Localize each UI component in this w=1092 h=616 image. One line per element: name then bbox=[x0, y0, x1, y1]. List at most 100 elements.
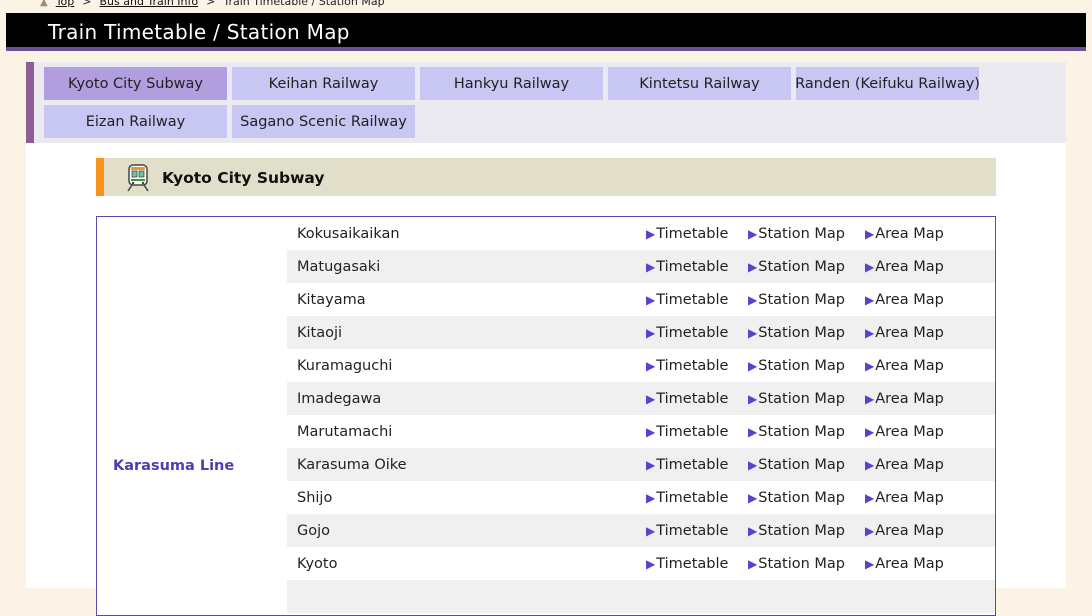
train-icon bbox=[124, 164, 152, 196]
timetable-link[interactable]: ▶Timetable bbox=[646, 226, 728, 242]
tab-sagano-scenic-railway[interactable]: Sagano Scenic Railway bbox=[232, 105, 415, 138]
arrow-right-icon: ▶ bbox=[646, 293, 656, 307]
timetable-link[interactable]: ▶Timetable bbox=[646, 424, 728, 440]
arrow-right-icon: ▶ bbox=[748, 557, 758, 571]
arrow-right-icon: ▶ bbox=[865, 293, 875, 307]
timetable-link[interactable]: ▶Timetable bbox=[646, 325, 728, 341]
station-row: Kitayama ▶Timetable ▶Station Map ▶Area M… bbox=[287, 283, 995, 316]
breadcrumb-link-bus-train[interactable]: Bus and Train Info bbox=[99, 0, 198, 8]
area-map-link[interactable]: ▶Area Map bbox=[865, 391, 944, 407]
arrow-right-icon: ▶ bbox=[646, 491, 656, 505]
station-map-link[interactable]: ▶Station Map bbox=[748, 358, 845, 374]
tab-kintetsu-railway[interactable]: Kintetsu Railway bbox=[608, 67, 791, 100]
timetable-link[interactable]: ▶Timetable bbox=[646, 292, 728, 308]
breadcrumb-separator: > bbox=[206, 0, 216, 8]
area-map-link[interactable]: ▶Area Map bbox=[865, 523, 944, 539]
timetable-link[interactable]: ▶Timetable bbox=[646, 457, 728, 473]
station-name: Imadegawa bbox=[297, 391, 382, 407]
station-name: Kitaoji bbox=[297, 325, 343, 341]
station-name: Shijo bbox=[297, 490, 333, 506]
line-table: Karasuma Line Kokusaikaikan ▶Timetable ▶… bbox=[96, 216, 996, 616]
tab-keihan-railway[interactable]: Keihan Railway bbox=[232, 67, 415, 100]
line-name: Karasuma Line bbox=[113, 458, 235, 474]
timetable-link[interactable]: ▶Timetable bbox=[646, 490, 728, 506]
arrow-right-icon: ▶ bbox=[748, 260, 758, 274]
arrow-right-icon: ▶ bbox=[865, 392, 875, 406]
main-panel: Kyoto City Subway Keihan Railway Hankyu … bbox=[26, 62, 1066, 616]
arrow-right-icon: ▶ bbox=[865, 557, 875, 571]
arrow-right-icon: ▶ bbox=[748, 524, 758, 538]
area-map-link[interactable]: ▶Area Map bbox=[865, 325, 944, 341]
timetable-link[interactable]: ▶Timetable bbox=[646, 523, 728, 539]
area-map-link[interactable]: ▶Area Map bbox=[865, 556, 944, 572]
area-map-link[interactable]: ▶Area Map bbox=[865, 358, 944, 374]
station-row: Gojo ▶Timetable ▶Station Map ▶Area Map bbox=[287, 514, 995, 547]
arrow-right-icon: ▶ bbox=[865, 458, 875, 472]
arrow-right-icon: ▶ bbox=[646, 227, 656, 241]
station-name: Karasuma Oike bbox=[297, 457, 407, 473]
station-map-link[interactable]: ▶Station Map bbox=[748, 556, 845, 572]
breadcrumb-current: Train Timetable / Station Map bbox=[223, 0, 385, 8]
station-row: Kyoto ▶Timetable ▶Station Map ▶Area Map bbox=[287, 547, 995, 580]
arrow-right-icon: ▶ bbox=[646, 458, 656, 472]
arrow-right-icon: ▶ bbox=[865, 260, 875, 274]
railway-tabs: Kyoto City Subway Keihan Railway Hankyu … bbox=[26, 62, 1066, 143]
station-map-link[interactable]: ▶Station Map bbox=[748, 490, 845, 506]
station-row: Shijo ▶Timetable ▶Station Map ▶Area Map bbox=[287, 481, 995, 514]
arrow-right-icon: ▶ bbox=[646, 524, 656, 538]
arrow-right-icon: ▶ bbox=[748, 227, 758, 241]
station-row: Karasuma Oike ▶Timetable ▶Station Map ▶A… bbox=[287, 448, 995, 481]
breadcrumb-separator: > bbox=[82, 0, 92, 8]
area-map-link[interactable]: ▶Area Map bbox=[865, 457, 944, 473]
arrow-right-icon: ▶ bbox=[865, 491, 875, 505]
arrow-right-icon: ▶ bbox=[865, 359, 875, 373]
arrow-right-icon: ▶ bbox=[646, 392, 656, 406]
arrow-right-icon: ▶ bbox=[748, 491, 758, 505]
arrow-right-icon: ▶ bbox=[646, 260, 656, 274]
breadcrumb-link-top[interactable]: Top bbox=[56, 0, 75, 8]
arrow-right-icon: ▶ bbox=[865, 326, 875, 340]
station-row: Matugasaki ▶Timetable ▶Station Map ▶Area… bbox=[287, 250, 995, 283]
arrow-right-icon: ▶ bbox=[865, 524, 875, 538]
arrow-right-icon: ▶ bbox=[748, 458, 758, 472]
station-row: Marutamachi ▶Timetable ▶Station Map ▶Are… bbox=[287, 415, 995, 448]
arrow-right-icon: ▶ bbox=[748, 293, 758, 307]
area-map-link[interactable]: ▶Area Map bbox=[865, 424, 944, 440]
station-map-link[interactable]: ▶Station Map bbox=[748, 391, 845, 407]
station-row: Kitaoji ▶Timetable ▶Station Map ▶Area Ma… bbox=[287, 316, 995, 349]
home-icon: ▲ bbox=[40, 0, 48, 8]
arrow-right-icon: ▶ bbox=[646, 326, 656, 340]
tab-kyoto-city-subway[interactable]: Kyoto City Subway bbox=[44, 67, 227, 100]
station-name: Kokusaikaikan bbox=[297, 226, 400, 242]
station-map-link[interactable]: ▶Station Map bbox=[748, 523, 845, 539]
area-map-link[interactable]: ▶Area Map bbox=[865, 226, 944, 242]
area-map-link[interactable]: ▶Area Map bbox=[865, 292, 944, 308]
station-name: Kyoto bbox=[297, 556, 338, 572]
timetable-link[interactable]: ▶Timetable bbox=[646, 556, 728, 572]
station-row: Kuramaguchi ▶Timetable ▶Station Map ▶Are… bbox=[287, 349, 995, 382]
station-row: Kokusaikaikan ▶Timetable ▶Station Map ▶A… bbox=[287, 217, 995, 250]
page-title: Train Timetable / Station Map bbox=[48, 20, 350, 44]
timetable-link[interactable]: ▶Timetable bbox=[646, 358, 728, 374]
tab-eizan-railway[interactable]: Eizan Railway bbox=[44, 105, 227, 138]
station-map-link[interactable]: ▶Station Map bbox=[748, 424, 845, 440]
station-name: Matugasaki bbox=[297, 259, 381, 275]
area-map-link[interactable]: ▶Area Map bbox=[865, 490, 944, 506]
station-name: Kuramaguchi bbox=[297, 358, 393, 374]
arrow-right-icon: ▶ bbox=[646, 359, 656, 373]
breadcrumb: ▲ Top > Bus and Train Info > Train Timetable … bbox=[40, 0, 385, 9]
station-map-link[interactable]: ▶Station Map bbox=[748, 259, 845, 275]
timetable-link[interactable]: ▶Timetable bbox=[646, 391, 728, 407]
tab-hankyu-railway[interactable]: Hankyu Railway bbox=[420, 67, 603, 100]
tab-randen[interactable]: Randen (Keifuku Railway) bbox=[795, 67, 980, 100]
station-name: Kitayama bbox=[297, 292, 366, 308]
arrow-right-icon: ▶ bbox=[865, 425, 875, 439]
timetable-link[interactable]: ▶Timetable bbox=[646, 259, 728, 275]
arrow-right-icon: ▶ bbox=[748, 425, 758, 439]
area-map-link[interactable]: ▶Area Map bbox=[865, 259, 944, 275]
station-map-link[interactable]: ▶Station Map bbox=[748, 292, 845, 308]
station-name: Gojo bbox=[297, 523, 331, 539]
station-map-link[interactable]: ▶Station Map bbox=[748, 325, 845, 341]
station-map-link[interactable]: ▶Station Map bbox=[748, 457, 845, 473]
station-map-link[interactable]: ▶Station Map bbox=[748, 226, 845, 242]
